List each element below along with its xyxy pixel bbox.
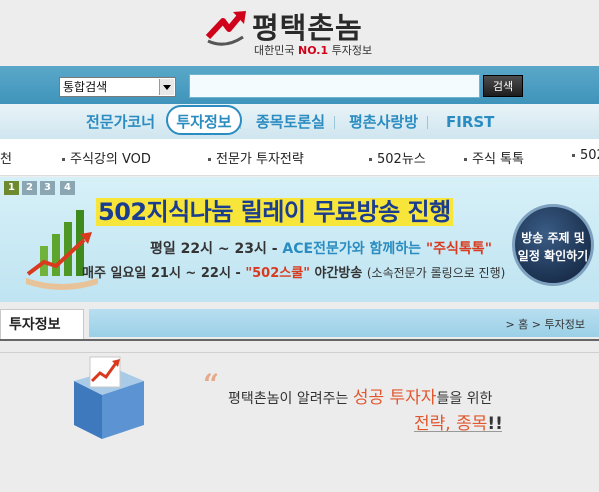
bullet-icon: [572, 154, 575, 157]
sub-nav-item[interactable]: 전문가 투자전략: [208, 148, 304, 167]
sub-nav-item[interactable]: 502: [572, 148, 599, 163]
search-input[interactable]: [189, 74, 480, 98]
logo-title[interactable]: 평택촌놈: [252, 5, 363, 47]
intro-line-1: 평택촌놈이 알려주는 성공 투자자들을 위한: [228, 383, 492, 408]
nav-item-expert-corner[interactable]: 전문가코너: [86, 110, 155, 134]
banner-title: 502지식나눔 릴레이 무료방송 진행: [96, 192, 453, 227]
search-scope-select[interactable]: 통합검색: [59, 77, 176, 97]
bullet-icon: [464, 158, 467, 161]
logo-subtitle: 대한민국 NO.1 투자정보: [254, 42, 372, 58]
intro-line1-em: 성공 투자자: [352, 388, 437, 408]
nav-divider: [334, 116, 335, 129]
circle-line-1: 방송 주제 및: [521, 231, 585, 245]
logo-sub-suffix: 투자정보: [328, 44, 373, 57]
banner-page-1[interactable]: 1: [4, 181, 19, 195]
logo-arrow-icon[interactable]: [205, 7, 247, 49]
banner-line2-quote: "502스쿨": [245, 266, 310, 281]
logo-sub-prefix: 대한민국: [254, 44, 298, 57]
section-rule: [0, 339, 599, 341]
logo-sub-no1: NO.1: [297, 44, 329, 57]
sub-nav-item[interactable]: 주식 톡톡: [464, 148, 524, 167]
search-scope-value: 통합검색: [63, 80, 108, 94]
check-schedule-button[interactable]: 방송 주제 및일정 확인하기: [512, 204, 594, 286]
banner-line2-note: (소속전문가 롤링으로 진행): [366, 266, 506, 280]
bullet-icon: [208, 158, 211, 161]
banner-schedule-sunday: 매주 일요일 21시 ~ 22시 - "502스쿨" 야간방송 (소속전문가 롤…: [82, 262, 505, 281]
nav-item-stock-forum[interactable]: 종목토론실: [256, 110, 325, 134]
banner-line1-who: ACE전문가와 함께하는: [282, 241, 426, 257]
nav-item-invest-info[interactable]: 투자정보: [166, 105, 242, 135]
chevron-down-icon[interactable]: [159, 79, 174, 95]
bullet-icon: [369, 158, 372, 161]
banner-page-4[interactable]: 4: [60, 181, 75, 195]
intro-line1-b: 들을 위한: [436, 391, 493, 407]
banner-page-3[interactable]: 3: [40, 181, 55, 195]
bullet-icon: [62, 158, 65, 161]
sub-nav-item[interactable]: 천: [0, 148, 12, 167]
sub-nav-label: 천: [0, 152, 12, 167]
intro-line1-a: 평택촌놈이 알려주는: [228, 391, 353, 407]
banner-line2-rest: 야간방송: [309, 266, 367, 281]
banner-line1-time: 평일 22시 ~ 23시 -: [150, 241, 283, 257]
quote-icon: “: [203, 368, 220, 401]
sub-nav-label: 주식강의 VOD: [70, 152, 151, 167]
sub-nav-label: 전문가 투자전략: [216, 152, 304, 167]
sub-nav-item[interactable]: 502뉴스: [369, 148, 426, 167]
breadcrumb[interactable]: > 홈 > 투자정보: [505, 316, 585, 332]
sub-nav-label: 502: [580, 148, 599, 163]
banner-line1-quote: "주식톡톡": [425, 241, 492, 257]
intro-underline: [414, 431, 502, 432]
sub-nav-label: 주식 톡톡: [472, 152, 524, 167]
chart-box-icon: [74, 356, 144, 439]
section-title: 투자정보: [0, 309, 84, 339]
banner-page-2[interactable]: 2: [22, 181, 37, 195]
banner-line2-time: 매주 일요일 21시 ~ 22시 -: [82, 266, 246, 281]
banner-title-text: 502지식나눔 릴레이 무료방송 진행: [96, 198, 453, 226]
search-button[interactable]: 검색: [483, 75, 523, 97]
sub-nav-label: 502뉴스: [377, 152, 426, 167]
nav-item-first[interactable]: FIRST: [446, 110, 494, 134]
circle-line-2: 일정 확인하기: [517, 249, 589, 263]
sub-nav-item[interactable]: 주식강의 VOD: [62, 148, 151, 167]
banner-schedule-weekday: 평일 22시 ~ 23시 - ACE전문가와 함께하는 "주식톡톡": [150, 238, 492, 258]
nav-item-lounge[interactable]: 평촌사랑방: [349, 110, 418, 134]
nav-divider: [427, 116, 428, 129]
